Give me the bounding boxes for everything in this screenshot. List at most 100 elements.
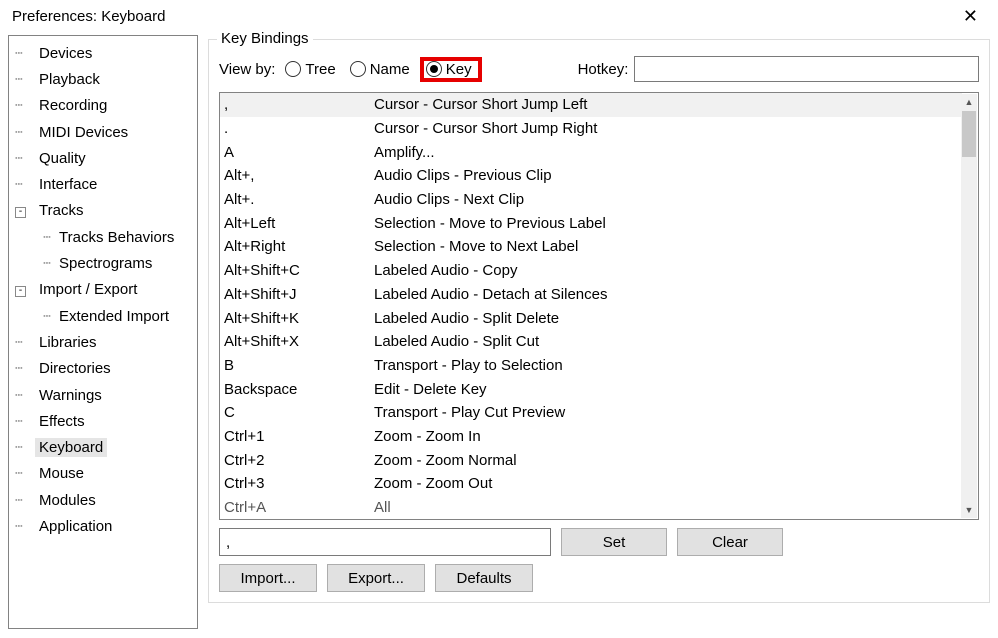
- hotkey-input[interactable]: [634, 56, 979, 82]
- tree-item[interactable]: ⋯Directories: [15, 356, 197, 382]
- tree-connector-icon: ⋯: [15, 519, 35, 534]
- binding-description: Cursor - Cursor Short Jump Right: [374, 120, 597, 137]
- tree-expander-icon[interactable]: -: [15, 207, 26, 218]
- tree-connector-icon: ⋯: [15, 414, 35, 429]
- tree-item[interactable]: ⋯Spectrograms: [15, 250, 197, 276]
- tree-item[interactable]: ⋯Warnings: [15, 382, 197, 408]
- binding-description: Audio Clips - Next Clip: [374, 191, 524, 208]
- binding-key: Alt+.: [224, 191, 374, 208]
- binding-row[interactable]: Alt+LeftSelection - Move to Previous Lab…: [220, 211, 962, 235]
- binding-row[interactable]: Alt+RightSelection - Move to Next Label: [220, 235, 962, 259]
- tree-item[interactable]: ⋯Devices: [15, 40, 197, 66]
- scrollbar-vertical[interactable]: ▲ ▼: [961, 94, 977, 518]
- binding-description: Selection - Move to Previous Label: [374, 215, 606, 232]
- binding-description: Labeled Audio - Split Delete: [374, 310, 559, 327]
- tree-item[interactable]: ⋯Recording: [15, 93, 197, 119]
- bindings-listbox[interactable]: ,Cursor - Cursor Short Jump Left.Cursor …: [219, 92, 979, 520]
- tree-connector-icon: ⋯: [15, 125, 35, 140]
- tree-connector-icon: ⋯: [15, 46, 35, 61]
- binding-row[interactable]: BTransport - Play to Selection: [220, 354, 962, 378]
- tree-connector-icon: ⋯: [15, 388, 35, 403]
- view-by-tree-radio[interactable]: Tree: [281, 59, 339, 80]
- tree-item-label: Modules: [35, 491, 100, 510]
- scroll-up-icon[interactable]: ▲: [961, 94, 977, 110]
- tree-item-label: Application: [35, 517, 116, 536]
- set-button[interactable]: Set: [561, 528, 667, 556]
- scroll-down-icon[interactable]: ▼: [961, 502, 977, 518]
- tree-item[interactable]: ⋯Keyboard: [15, 434, 197, 460]
- binding-description: All: [374, 499, 391, 516]
- tree-item[interactable]: ⋯Playback: [15, 66, 197, 92]
- tree-item-label: Quality: [35, 149, 90, 168]
- tree-connector-icon: ⋯: [15, 466, 35, 481]
- tree-item[interactable]: ⋯Extended Import: [15, 303, 197, 329]
- binding-description: Transport - Play Cut Preview: [374, 404, 565, 421]
- binding-row[interactable]: Ctrl+1Zoom - Zoom In: [220, 425, 962, 449]
- tree-item-label: Keyboard: [35, 438, 107, 457]
- binding-row[interactable]: AAmplify...: [220, 140, 962, 164]
- tree-connector-icon: -: [15, 282, 35, 297]
- tree-connector-icon: ⋯: [15, 309, 55, 324]
- radio-label: Tree: [305, 61, 335, 78]
- binding-key: A: [224, 144, 374, 161]
- defaults-button[interactable]: Defaults: [435, 564, 533, 592]
- tree-item-label: Extended Import: [55, 307, 173, 326]
- binding-row[interactable]: CTransport - Play Cut Preview: [220, 401, 962, 425]
- binding-row[interactable]: Alt+Shift+JLabeled Audio - Detach at Sil…: [220, 283, 962, 307]
- binding-row[interactable]: Alt+,Audio Clips - Previous Clip: [220, 164, 962, 188]
- tree-item-label: Directories: [35, 359, 115, 378]
- binding-key: Alt+,: [224, 167, 374, 184]
- binding-row[interactable]: Alt+Shift+CLabeled Audio - Copy: [220, 259, 962, 283]
- binding-description: Audio Clips - Previous Clip: [374, 167, 552, 184]
- tree-item[interactable]: -Tracks: [15, 198, 197, 224]
- export-button[interactable]: Export...: [327, 564, 425, 592]
- tree-item[interactable]: ⋯Mouse: [15, 461, 197, 487]
- tree-item[interactable]: -Import / Export: [15, 277, 197, 303]
- tree-item[interactable]: ⋯Modules: [15, 487, 197, 513]
- binding-row[interactable]: .Cursor - Cursor Short Jump Right: [220, 117, 962, 141]
- binding-key: Ctrl+2: [224, 452, 374, 469]
- hotkey-label: Hotkey:: [578, 61, 629, 78]
- tree-connector-icon: ⋯: [15, 335, 35, 350]
- close-button[interactable]: ✕: [955, 4, 986, 29]
- tree-connector-icon: ⋯: [15, 177, 35, 192]
- tree-item[interactable]: ⋯Application: [15, 513, 197, 539]
- binding-key: .: [224, 120, 374, 137]
- binding-row[interactable]: Alt+Shift+XLabeled Audio - Split Cut: [220, 330, 962, 354]
- radio-icon: [350, 61, 366, 77]
- radio-icon: [285, 61, 301, 77]
- tree-item-label: Tracks: [35, 201, 87, 220]
- scroll-thumb[interactable]: [962, 111, 976, 157]
- view-by-name-radio[interactable]: Name: [346, 59, 414, 80]
- tree-item[interactable]: ⋯Quality: [15, 145, 197, 171]
- tree-item-label: Interface: [35, 175, 101, 194]
- import-button[interactable]: Import...: [219, 564, 317, 592]
- tree-item[interactable]: ⋯Interface: [15, 171, 197, 197]
- tree-item-label: Spectrograms: [55, 254, 156, 273]
- radio-label: Name: [370, 61, 410, 78]
- binding-description: Edit - Delete Key: [374, 381, 487, 398]
- tree-item[interactable]: ⋯MIDI Devices: [15, 119, 197, 145]
- binding-key: Alt+Left: [224, 215, 374, 232]
- binding-row[interactable]: Ctrl+3Zoom - Zoom Out: [220, 472, 962, 496]
- view-by-key-radio[interactable]: Key: [420, 57, 482, 82]
- binding-row[interactable]: ,Cursor - Cursor Short Jump Left: [220, 93, 962, 117]
- binding-row[interactable]: Ctrl+2Zoom - Zoom Normal: [220, 448, 962, 472]
- category-tree[interactable]: ⋯Devices⋯Playback⋯Recording⋯MIDI Devices…: [8, 35, 198, 629]
- tree-item-label: MIDI Devices: [35, 123, 132, 142]
- binding-description: Amplify...: [374, 144, 435, 161]
- tree-item[interactable]: ⋯Tracks Behaviors: [15, 224, 197, 250]
- tree-expander-icon[interactable]: -: [15, 286, 26, 297]
- tree-item[interactable]: ⋯Effects: [15, 408, 197, 434]
- tree-item-label: Effects: [35, 412, 89, 431]
- clear-button[interactable]: Clear: [677, 528, 783, 556]
- key-bindings-group: Key Bindings View by: Tree Name Key Hotk…: [208, 39, 990, 603]
- binding-description: Zoom - Zoom In: [374, 428, 481, 445]
- selected-key-input[interactable]: [219, 528, 551, 556]
- binding-row[interactable]: Ctrl+AAll: [220, 496, 962, 519]
- binding-row[interactable]: Alt+.Audio Clips - Next Clip: [220, 188, 962, 212]
- tree-item[interactable]: ⋯Libraries: [15, 329, 197, 355]
- tree-item-label: Devices: [35, 44, 96, 63]
- binding-row[interactable]: Alt+Shift+KLabeled Audio - Split Delete: [220, 306, 962, 330]
- binding-row[interactable]: BackspaceEdit - Delete Key: [220, 377, 962, 401]
